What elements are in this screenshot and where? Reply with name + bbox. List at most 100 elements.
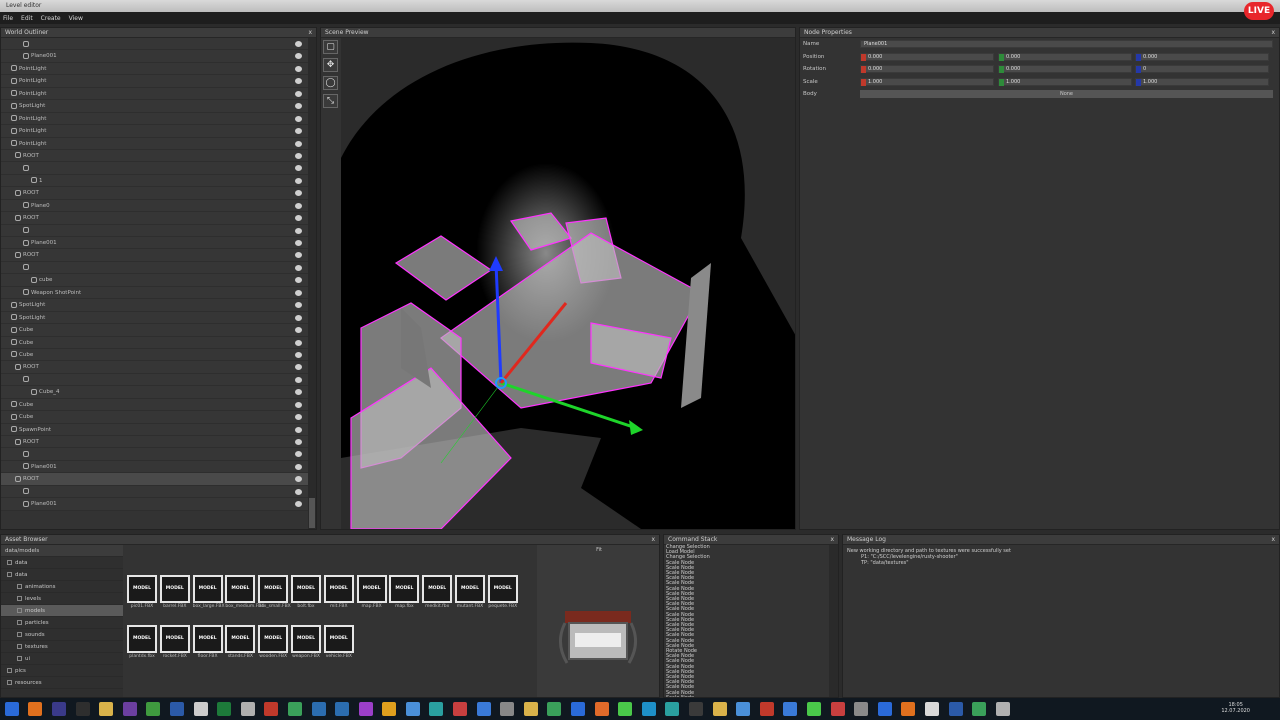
close-icon[interactable]: x (651, 535, 655, 545)
visibility-eye-icon[interactable] (295, 414, 302, 421)
visibility-eye-icon[interactable] (295, 351, 302, 358)
folder-item[interactable]: pics (1, 665, 123, 677)
visibility-eye-icon[interactable] (295, 463, 302, 470)
visibility-eye-icon[interactable] (295, 190, 302, 197)
taskbar-app-icon[interactable] (429, 702, 444, 716)
folder-item[interactable]: sounds (1, 629, 123, 641)
taskbar-app-icon[interactable] (972, 702, 987, 716)
asset-item[interactable]: MODEL mit.FBX (323, 575, 354, 610)
taskbar-app-icon[interactable] (405, 702, 420, 716)
outliner-row[interactable]: PointLight (1, 125, 308, 138)
taskbar-app-icon[interactable] (193, 702, 208, 716)
taskbar-app-icon[interactable] (594, 702, 609, 716)
outliner-row[interactable]: PointLight (1, 62, 308, 76)
taskbar-app-icon[interactable] (335, 702, 350, 716)
taskbar-app-icon[interactable] (500, 702, 515, 716)
asset-item[interactable]: MODEL rocket.FBX (159, 625, 190, 660)
asset-item[interactable]: MODEL floor.FBX (192, 625, 223, 660)
taskbar-app-icon[interactable] (712, 702, 727, 716)
visibility-eye-icon[interactable] (295, 488, 302, 495)
folder-item[interactable]: resources (1, 677, 123, 689)
taskbar-app-icon[interactable] (665, 702, 680, 716)
preview-caption[interactable]: Fit (537, 545, 659, 553)
visibility-eye-icon[interactable] (295, 252, 302, 259)
visibility-eye-icon[interactable] (295, 227, 302, 234)
outliner-row[interactable]: Cube_4 (1, 386, 308, 399)
asset-item[interactable]: MODEL map.FBX (356, 575, 387, 610)
expand-icon[interactable] (17, 596, 22, 601)
taskbar-app-icon[interactable] (28, 702, 43, 716)
visibility-eye-icon[interactable] (295, 65, 302, 72)
taskbar-app-icon[interactable] (240, 702, 255, 716)
taskbar-app-icon[interactable] (736, 702, 751, 716)
outliner-row[interactable] (1, 261, 308, 275)
menu-item-1[interactable]: Edit (21, 15, 33, 22)
asset-item[interactable]: MODEL vehicle.FBX (323, 625, 354, 660)
scrollbar-thumb[interactable] (309, 498, 315, 528)
taskbar-app-icon[interactable] (783, 702, 798, 716)
outliner-row[interactable]: ROOT (1, 361, 308, 374)
outliner-row[interactable]: PointLight (1, 112, 308, 126)
name-field[interactable]: Plane001 (860, 40, 1273, 48)
close-icon[interactable]: x (1271, 28, 1275, 38)
outliner-row[interactable] (1, 485, 308, 499)
asset-item[interactable]: MODEL pic01.FBX (127, 575, 157, 610)
expand-icon[interactable] (17, 656, 22, 661)
outliner-row[interactable]: SpotLight (1, 299, 308, 312)
outliner-row[interactable] (1, 38, 308, 51)
asset-item[interactable]: MODEL box_medium.FBX (225, 575, 264, 610)
visibility-eye-icon[interactable] (295, 289, 302, 296)
taskbar-app-icon[interactable] (217, 702, 232, 716)
property-z-field[interactable]: 0 (1135, 65, 1269, 73)
taskbar-app-icon[interactable] (806, 702, 821, 716)
taskbar-app-icon[interactable] (146, 702, 161, 716)
visibility-eye-icon[interactable] (295, 240, 302, 246)
outliner-row[interactable]: Plane001 (1, 237, 308, 250)
visibility-eye-icon[interactable] (295, 202, 302, 209)
taskbar-app-icon[interactable] (877, 702, 892, 716)
close-icon[interactable]: x (308, 28, 312, 38)
taskbar-app-icon[interactable] (689, 702, 704, 716)
taskbar-app-icon[interactable] (287, 702, 302, 716)
menu-item-3[interactable]: View (69, 15, 83, 22)
taskbar-app-icon[interactable] (901, 702, 916, 716)
taskbar-app-icon[interactable] (618, 702, 633, 716)
rotate-icon[interactable]: ◯ (323, 76, 338, 90)
taskbar-app-icon[interactable] (476, 702, 491, 716)
visibility-eye-icon[interactable] (295, 165, 302, 172)
move-icon[interactable]: ✥ (323, 58, 338, 72)
visibility-eye-icon[interactable] (295, 277, 302, 284)
asset-item[interactable]: MODEL wooden.FBX (258, 625, 289, 660)
outliner-row[interactable]: ROOT (1, 436, 308, 449)
visibility-eye-icon[interactable] (295, 264, 302, 271)
taskbar-app-icon[interactable] (571, 702, 586, 716)
visibility-eye-icon[interactable] (295, 78, 302, 85)
taskbar-app-icon[interactable] (995, 702, 1010, 716)
outliner-row[interactable]: SpotLight (1, 311, 308, 325)
taskbar-clock[interactable]: 18:05 12.07.2020 (1221, 702, 1250, 714)
outliner-row[interactable]: Plane001 (1, 50, 308, 63)
visibility-eye-icon[interactable] (295, 476, 302, 483)
expand-icon[interactable] (7, 572, 12, 577)
property-z-field[interactable]: 1.000 (1135, 77, 1269, 86)
taskbar-app-icon[interactable] (854, 702, 869, 716)
expand-icon[interactable] (17, 584, 22, 589)
outliner-row[interactable]: PointLight (1, 87, 308, 101)
expand-icon[interactable] (17, 632, 22, 637)
visibility-eye-icon[interactable] (295, 501, 302, 508)
outliner-row[interactable]: ROOT (1, 149, 308, 163)
folder-item[interactable]: animations (1, 581, 123, 593)
taskbar-app-icon[interactable] (4, 702, 19, 716)
folder-root[interactable]: data/models (1, 545, 123, 557)
taskbar-app-icon[interactable] (382, 702, 397, 716)
outliner-row[interactable]: SpawnPoint (1, 423, 308, 436)
taskbar-app-icon[interactable] (99, 702, 114, 716)
close-icon[interactable]: x (830, 535, 834, 545)
outliner-row[interactable]: cube (1, 274, 308, 287)
outliner-row[interactable]: SpotLight (1, 100, 308, 113)
outliner-row[interactable] (1, 448, 308, 461)
command-scrollbar[interactable] (829, 545, 838, 697)
outliner-row[interactable] (1, 373, 308, 387)
body-select[interactable]: None (860, 90, 1273, 98)
expand-icon[interactable] (7, 668, 12, 673)
